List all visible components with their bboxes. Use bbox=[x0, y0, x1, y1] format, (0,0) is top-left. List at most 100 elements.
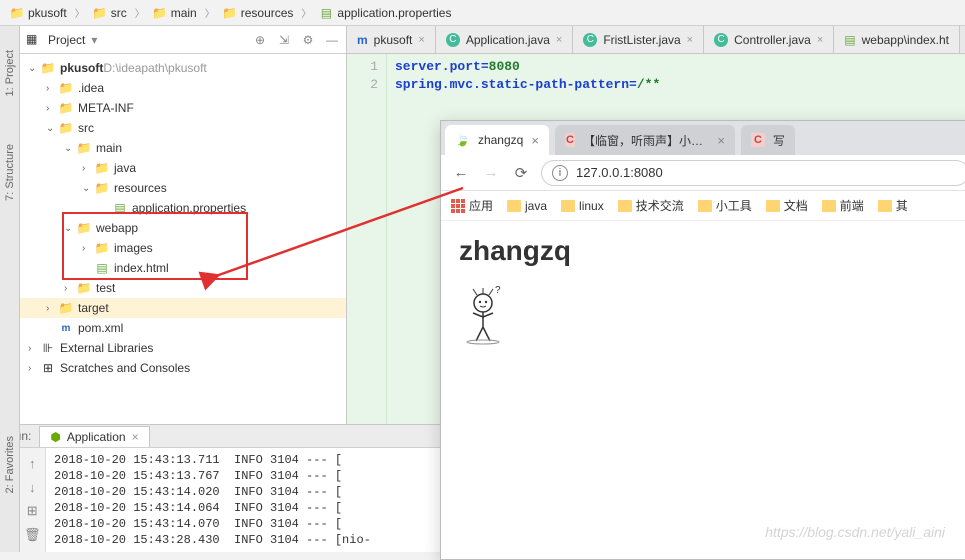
breadcrumb: 📁pkusoft〉 📁src〉 📁main〉 📁resources〉 ▤appl… bbox=[0, 0, 965, 26]
browser-toolbar: ← → ⟳ i 127.0.0.1:8080 bbox=[441, 155, 965, 191]
back-button[interactable]: ← bbox=[451, 163, 471, 183]
forward-button[interactable]: → bbox=[481, 163, 501, 183]
tree-node[interactable]: ›📁test bbox=[20, 278, 346, 298]
tree-node[interactable]: ▤index.html bbox=[20, 258, 346, 278]
tree-node[interactable]: ›📁.idea bbox=[20, 78, 346, 98]
tree-node[interactable]: ›⊪External Libraries bbox=[20, 338, 346, 358]
sidebar-tab-project[interactable]: 1: Project bbox=[2, 46, 18, 100]
chevron-icon[interactable]: ⌄ bbox=[64, 223, 76, 234]
locate-icon[interactable]: ⊕ bbox=[252, 32, 268, 48]
bc-item[interactable]: 📁pkusoft bbox=[4, 4, 73, 22]
page-image: ? bbox=[459, 285, 507, 345]
tree-node[interactable]: ›📁target bbox=[20, 298, 346, 318]
svg-text:?: ? bbox=[495, 285, 501, 296]
editor-tab[interactable]: C FristLister.java× bbox=[573, 26, 704, 53]
tree-node[interactable]: ›⊞Scratches and Consoles bbox=[20, 358, 346, 378]
browser-window: 🍃 zhangzq × C 【临窗，听雨声】小菜鸟 - CSDN × C 写 ←… bbox=[440, 120, 965, 560]
bookmark-item[interactable]: 文档 bbox=[766, 197, 808, 214]
bookmark-item[interactable]: linux bbox=[561, 197, 604, 214]
trash-button[interactable]: 🗑 bbox=[24, 524, 42, 546]
chevron-icon[interactable]: › bbox=[28, 363, 40, 374]
apps-button[interactable]: 应用 bbox=[451, 197, 493, 214]
close-icon[interactable]: × bbox=[556, 34, 562, 46]
chevron-icon[interactable]: › bbox=[28, 343, 40, 354]
chevron-icon[interactable]: › bbox=[82, 243, 94, 254]
project-tree[interactable]: ⌄📁pkusoft D:\ideapath\pkusoft›📁.idea›📁ME… bbox=[20, 54, 346, 424]
folder-icon bbox=[561, 200, 575, 212]
browser-tabs: 🍃 zhangzq × C 【临窗，听雨声】小菜鸟 - CSDN × C 写 bbox=[441, 121, 965, 155]
tree-node[interactable]: ⌄📁webapp bbox=[20, 218, 346, 238]
tree-node[interactable]: ⌄📁main bbox=[20, 138, 346, 158]
chevron-icon[interactable]: ⌄ bbox=[28, 63, 40, 74]
left-tool-strip-bottom: 2: Favorites bbox=[0, 424, 20, 552]
close-icon[interactable]: × bbox=[132, 430, 139, 444]
apps-icon bbox=[451, 199, 465, 213]
sidebar-tab-favorites[interactable]: 2: Favorites bbox=[2, 432, 18, 497]
folder-icon bbox=[878, 200, 892, 212]
reload-button[interactable]: ⟳ bbox=[511, 163, 531, 183]
folder-icon bbox=[507, 200, 521, 212]
bookmark-item[interactable]: 前端 bbox=[822, 197, 864, 214]
tree-node[interactable]: mpom.xml bbox=[20, 318, 346, 338]
project-panel-header: ▦ Project ▾ ⊕ ⇲ ⚙ — bbox=[20, 26, 346, 54]
editor-tab[interactable]: C Application.java× bbox=[436, 26, 574, 53]
browser-tab[interactable]: 🍃 zhangzq × bbox=[445, 125, 549, 155]
chevron-icon[interactable]: ⌄ bbox=[82, 183, 94, 194]
browser-tab[interactable]: C 【临窗，听雨声】小菜鸟 - CSDN × bbox=[555, 125, 735, 155]
gear-icon[interactable]: ⚙ bbox=[300, 32, 316, 48]
layout-button[interactable]: ⊞ bbox=[24, 500, 42, 522]
close-icon[interactable]: × bbox=[418, 34, 424, 46]
editor-tab[interactable]: m pkusoft× bbox=[347, 26, 436, 53]
line-gutter: 12 bbox=[347, 54, 387, 424]
bc-item[interactable]: ▤application.properties bbox=[313, 4, 457, 22]
close-icon[interactable]: × bbox=[531, 133, 539, 148]
chevron-icon[interactable]: ⌄ bbox=[46, 123, 58, 134]
bc-item[interactable]: 📁resources bbox=[217, 4, 300, 22]
bookmark-item[interactable]: 其 bbox=[878, 197, 908, 214]
bc-item[interactable]: 📁main bbox=[147, 4, 203, 22]
sidebar-tab-structure[interactable]: 7: Structure bbox=[2, 140, 18, 205]
address-bar[interactable]: i 127.0.0.1:8080 bbox=[541, 160, 965, 186]
editor-tab[interactable]: ▤ webapp\index.ht bbox=[834, 26, 960, 53]
spring-icon: ⬢ bbox=[50, 430, 60, 444]
bookmark-item[interactable]: 小工具 bbox=[698, 197, 752, 214]
module-icon: 📁 bbox=[10, 6, 24, 20]
tree-node[interactable]: ⌄📁resources bbox=[20, 178, 346, 198]
dropdown-icon[interactable]: ▾ bbox=[91, 33, 97, 47]
run-tab[interactable]: ⬢ Application × bbox=[39, 426, 149, 447]
tree-node[interactable]: ›📁images bbox=[20, 238, 346, 258]
close-icon[interactable]: × bbox=[717, 133, 725, 148]
bookmark-item[interactable]: java bbox=[507, 197, 547, 214]
folder-icon bbox=[618, 200, 632, 212]
close-icon[interactable]: × bbox=[687, 34, 693, 46]
editor-tab[interactable]: C Controller.java× bbox=[704, 26, 834, 53]
chevron-icon[interactable]: › bbox=[46, 83, 58, 94]
chevron-icon[interactable]: › bbox=[46, 303, 58, 314]
project-panel: ▦ Project ▾ ⊕ ⇲ ⚙ — ⌄📁pkusoft D:\ideapat… bbox=[20, 26, 347, 424]
up-button[interactable]: ↑ bbox=[24, 452, 42, 474]
chevron-icon[interactable]: › bbox=[82, 163, 94, 174]
info-icon[interactable]: i bbox=[552, 165, 568, 181]
tree-node[interactable]: ▤application.properties bbox=[20, 198, 346, 218]
tree-node[interactable]: ⌄📁pkusoft D:\ideapath\pkusoft bbox=[20, 58, 346, 78]
watermark-text: https://blog.csdn.net/yali_aini bbox=[765, 524, 945, 540]
tree-node[interactable]: ⌄📁src bbox=[20, 118, 346, 138]
down-button[interactable]: ↓ bbox=[24, 476, 42, 498]
bookmark-item[interactable]: 技术交流 bbox=[618, 197, 684, 214]
bookmarks-bar: 应用 java linux 技术交流小工具文档前端其 bbox=[441, 191, 965, 221]
close-icon[interactable]: × bbox=[817, 34, 823, 46]
hide-icon[interactable]: — bbox=[324, 32, 340, 48]
bc-item[interactable]: 📁src bbox=[87, 4, 133, 22]
chevron-icon[interactable]: › bbox=[64, 283, 76, 294]
browser-tab[interactable]: C 写 bbox=[741, 125, 795, 155]
chevron-icon[interactable]: ⌄ bbox=[64, 143, 76, 154]
tree-node[interactable]: ›📁META-INF bbox=[20, 98, 346, 118]
folder-icon bbox=[822, 200, 836, 212]
collapse-icon[interactable]: ⇲ bbox=[276, 32, 292, 48]
chevron-icon[interactable]: › bbox=[46, 103, 58, 114]
browser-page: zhangzq ? bbox=[441, 221, 965, 362]
tree-node[interactable]: ›📁java bbox=[20, 158, 346, 178]
favicon-leaf-icon: 🍃 bbox=[455, 133, 470, 147]
folder-icon bbox=[766, 200, 780, 212]
favicon-c-icon: C bbox=[565, 133, 575, 147]
